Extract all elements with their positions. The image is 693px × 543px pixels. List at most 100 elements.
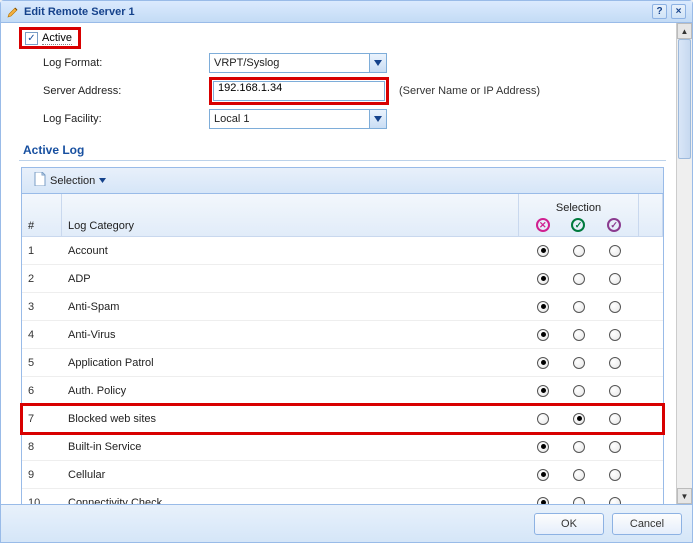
selection-radio[interactable]	[537, 301, 549, 313]
row-number: 10	[22, 497, 62, 505]
selection-radio[interactable]	[537, 273, 549, 285]
selection-radio[interactable]	[573, 357, 585, 369]
selection-radio[interactable]	[537, 441, 549, 453]
log-facility-label: Log Facility:	[19, 113, 209, 125]
selection-radio[interactable]	[537, 497, 549, 505]
row-selection	[519, 357, 639, 369]
titlebar: Edit Remote Server 1 ? ×	[1, 1, 692, 23]
row-number: 4	[22, 329, 62, 341]
chevron-down-icon[interactable]	[369, 110, 386, 128]
selection-radio[interactable]	[609, 329, 621, 341]
selection-radio[interactable]	[573, 245, 585, 257]
selection-radio[interactable]	[573, 469, 585, 481]
selection-radio[interactable]	[573, 441, 585, 453]
selection-radio[interactable]	[609, 469, 621, 481]
selection-radio[interactable]	[609, 413, 621, 425]
section-active-log: Active Log	[19, 143, 666, 161]
log-facility-value: Local 1	[210, 113, 369, 125]
col-header-end	[639, 194, 663, 236]
table-row[interactable]: 4Anti-Virus	[22, 321, 663, 349]
grid-toolbar: Selection	[21, 167, 664, 193]
selection-radio[interactable]	[573, 329, 585, 341]
ok-button[interactable]: OK	[534, 513, 604, 535]
table-row[interactable]: 7Blocked web sites	[22, 405, 663, 433]
selection-radio[interactable]	[573, 301, 585, 313]
log-format-label: Log Format:	[19, 57, 209, 69]
table-row[interactable]: 5Application Patrol	[22, 349, 663, 377]
vertical-scrollbar[interactable]: ▲ ▼	[676, 23, 692, 504]
selection-radio[interactable]	[537, 357, 549, 369]
cancel-button[interactable]: Cancel	[612, 513, 682, 535]
scroll-thumb[interactable]	[678, 39, 691, 159]
col-header-category[interactable]: Log Category	[62, 194, 519, 236]
table-row[interactable]: 3Anti-Spam	[22, 293, 663, 321]
selection-radio[interactable]	[609, 357, 621, 369]
row-number: 8	[22, 441, 62, 453]
table-row[interactable]: 8Built-in Service	[22, 433, 663, 461]
deny-all-icon[interactable]: ✕	[536, 218, 550, 232]
table-row[interactable]: 9Cellular	[22, 461, 663, 489]
active-checkbox[interactable]: ✓	[25, 32, 38, 45]
selection-radio[interactable]	[609, 441, 621, 453]
chevron-down-icon[interactable]	[369, 54, 386, 72]
row-number: 5	[22, 357, 62, 369]
server-address-input[interactable]: 192.168.1.34	[213, 81, 385, 101]
help-button[interactable]: ?	[652, 4, 667, 19]
row-selection	[519, 413, 639, 425]
close-button[interactable]: ×	[671, 4, 686, 19]
scroll-up-arrow[interactable]: ▲	[677, 23, 692, 39]
row-category: Auth. Policy	[62, 385, 519, 397]
selection-header-label: Selection	[525, 202, 632, 214]
row-selection	[519, 441, 639, 453]
selection-radio[interactable]	[609, 497, 621, 505]
server-address-label: Server Address:	[19, 85, 209, 97]
selection-radio[interactable]	[537, 329, 549, 341]
active-label: Active	[42, 32, 72, 45]
selection-radio[interactable]	[573, 497, 585, 505]
scroll-track[interactable]	[677, 39, 692, 488]
allow-all-icon[interactable]: ✓	[571, 218, 585, 232]
highlight-server-address: 192.168.1.34	[209, 77, 389, 105]
row-selection	[519, 301, 639, 313]
selection-radio[interactable]	[609, 385, 621, 397]
chevron-down-icon	[99, 178, 106, 183]
log-category-grid: # Log Category Selection ✕ ✓ ✓	[21, 193, 664, 504]
log-format-value: VRPT/Syslog	[210, 57, 369, 69]
selection-radio[interactable]	[609, 245, 621, 257]
log-format-select[interactable]: VRPT/Syslog	[209, 53, 387, 73]
log-facility-select[interactable]: Local 1	[209, 109, 387, 129]
row-category: Anti-Virus	[62, 329, 519, 341]
dialog-footer: OK Cancel	[1, 504, 692, 542]
selection-menu-button[interactable]: Selection	[28, 170, 112, 191]
selection-radio[interactable]	[609, 301, 621, 313]
row-number: 1	[22, 245, 62, 257]
scroll-down-arrow[interactable]: ▼	[677, 488, 692, 504]
row-number: 6	[22, 385, 62, 397]
table-row[interactable]: 10Connectivity Check	[22, 489, 663, 504]
selection-radio[interactable]	[573, 273, 585, 285]
table-row[interactable]: 2ADP	[22, 265, 663, 293]
row-selection	[519, 329, 639, 341]
row-category: Application Patrol	[62, 357, 519, 369]
table-row[interactable]: 6Auth. Policy	[22, 377, 663, 405]
row-category: Built-in Service	[62, 441, 519, 453]
row-selection	[519, 385, 639, 397]
row-category: Cellular	[62, 469, 519, 481]
row-category: Account	[62, 245, 519, 257]
row-number: 7	[22, 413, 62, 425]
selection-radio[interactable]	[537, 469, 549, 481]
selection-radio[interactable]	[537, 413, 549, 425]
selection-radio[interactable]	[609, 273, 621, 285]
row-selection	[519, 497, 639, 505]
row-category: ADP	[62, 273, 519, 285]
selection-radio[interactable]	[573, 385, 585, 397]
table-row[interactable]: 1Account	[22, 237, 663, 265]
selection-menu-label: Selection	[50, 175, 95, 187]
col-header-number[interactable]: #	[22, 194, 62, 236]
selection-radio[interactable]	[537, 385, 549, 397]
selection-radio[interactable]	[573, 413, 585, 425]
row-category: Anti-Spam	[62, 301, 519, 313]
selection-radio[interactable]	[537, 245, 549, 257]
window-title: Edit Remote Server 1	[24, 6, 135, 18]
allow-all-alt-icon[interactable]: ✓	[607, 218, 621, 232]
